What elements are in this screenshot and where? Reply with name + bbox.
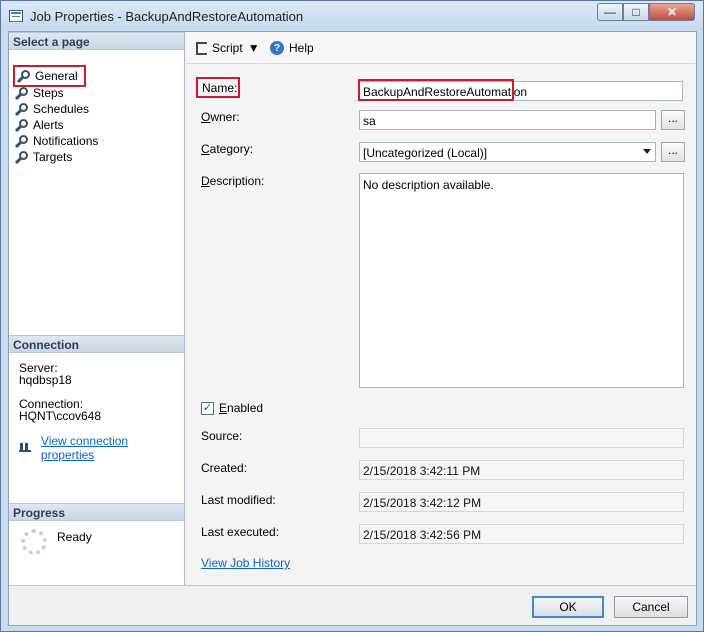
page-alerts[interactable]: Alerts [15,117,64,133]
last-modified-label: Last modified: [201,493,276,507]
wrench-icon [15,135,28,147]
last-executed-field: 2/15/2018 3:42:56 PM [359,524,684,544]
script-label: Script [212,41,243,55]
owner-browse-button[interactable]: ... [661,110,685,130]
source-label: Source: [201,429,243,443]
help-icon: ? [270,41,284,55]
view-connection-properties-link[interactable]: View connection properties [19,434,184,462]
wrench-icon [15,151,28,163]
help-label: Help [289,41,314,55]
minimize-icon: — [604,5,616,19]
page-label-targets: Targets [33,150,73,164]
close-icon: ✕ [666,5,678,19]
toolbar: Script ▼ ? Help [186,32,696,64]
category-select[interactable]: [Uncategorized (Local)] [359,142,656,162]
minimize-button[interactable]: — [597,3,623,21]
description-textarea[interactable]: No description available. [359,173,684,388]
last-modified-field: 2/15/2018 3:42:12 PM [359,492,684,512]
enabled-label: Enabled [219,401,264,415]
created-field: 2/15/2018 3:42:11 PM [359,460,684,480]
window-title: Job Properties - BackupAndRestoreAutomat… [30,9,304,24]
select-page-header: Select a page [9,32,184,50]
page-schedules[interactable]: Schedules [15,101,89,117]
app-icon [9,10,23,22]
check-icon: ✓ [202,402,213,414]
page-notifications[interactable]: Notifications [15,133,98,149]
wrench-icon [15,119,28,131]
ok-button[interactable]: OK [532,596,604,618]
wrench-icon [17,70,30,82]
page-label-notifications: Notifications [33,134,99,148]
last-executed-label: Last executed: [201,525,280,539]
owner-label: Owner: [201,110,240,124]
page-label-general: General [35,69,78,83]
name-value-highlight [358,79,514,101]
view-job-history-link[interactable]: View Job History [201,556,290,570]
name-label: Name: [196,77,240,98]
category-browse-button[interactable]: ... [661,142,685,162]
category-label: Category: [201,142,254,156]
dialog-client-area: Select a page General Steps Schedules Al… [8,31,697,626]
connection-value: HQNT\ccov648 [19,409,102,423]
page-steps[interactable]: Steps [15,85,64,101]
progress-header: Progress [9,503,184,521]
left-navigation-pane: Select a page General Steps Schedules Al… [9,32,185,585]
script-button[interactable]: Script ▼ [196,41,260,55]
maximize-icon: □ [632,5,640,19]
view-connection-properties-label: View connection properties [40,434,129,462]
page-label-schedules: Schedules [33,102,90,116]
wrench-icon [15,103,28,115]
page-label-alerts: Alerts [33,118,64,132]
page-label-steps: Steps [33,86,64,100]
progress-spinner-icon [21,529,47,555]
plug-icon [19,443,33,453]
connection-header: Connection [9,335,184,353]
maximize-button[interactable]: □ [623,3,649,21]
help-button[interactable]: ? Help [270,41,314,55]
server-value: hqdbsp18 [19,373,72,387]
close-button[interactable]: ✕ [649,3,695,21]
job-properties-window: Job Properties - BackupAndRestoreAutomat… [0,0,704,632]
wrench-icon [15,87,28,99]
description-label: Description: [201,174,265,188]
connection-info: Server: hqdbsp18 Connection: HQNT\ccov64… [19,362,179,422]
owner-input[interactable]: sa [359,110,656,130]
chevron-down-icon: ▼ [247,41,260,55]
cancel-button[interactable]: Cancel [614,596,688,618]
general-page-content: Script ▼ ? Help Name: BackupAndRestoreAu… [186,32,696,585]
page-general[interactable]: General [13,65,86,87]
category-value: [Uncategorized (Local)] [363,146,488,160]
page-targets[interactable]: Targets [15,149,72,165]
chevron-down-icon [643,149,651,154]
script-icon [196,41,207,55]
created-label: Created: [201,461,248,475]
source-field [359,428,684,448]
enabled-checkbox[interactable]: ✓ [201,402,214,415]
window-titlebar: Job Properties - BackupAndRestoreAutomat… [1,1,703,31]
progress-status: Ready [57,530,92,544]
